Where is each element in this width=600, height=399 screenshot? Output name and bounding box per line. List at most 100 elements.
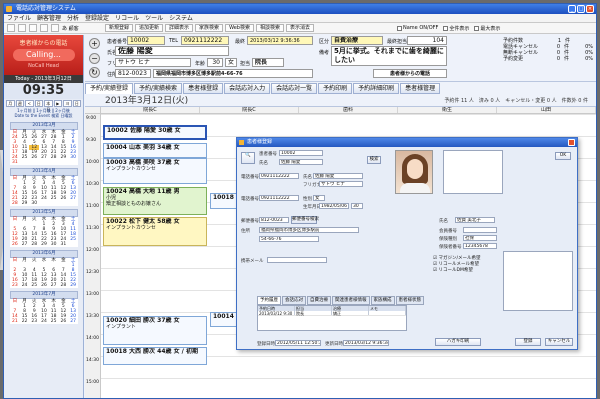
refresh-button[interactable]: ↻: [89, 67, 100, 78]
help-icon[interactable]: [51, 24, 59, 32]
dialog-tab-1[interactable]: 会話応対: [282, 296, 306, 305]
toolbar-check-1[interactable]: 全件表示: [443, 25, 469, 32]
tab-7[interactable]: 患者様管理: [400, 83, 441, 94]
calendar-day[interactable]: 28: [10, 201, 20, 206]
dialog-search-icon[interactable]: 🔍: [241, 152, 255, 164]
dialog-tel2[interactable]: 0921112222: [259, 195, 299, 201]
calendar-day[interactable]: 23: [29, 319, 39, 324]
toolbar-button-1[interactable]: 追加更新: [135, 24, 164, 32]
calendar-day[interactable]: 23: [10, 283, 20, 288]
toolbar-check-0[interactable]: Name ON/OFF: [397, 25, 438, 32]
rank-field[interactable]: 院長: [252, 58, 284, 67]
dialog-email[interactable]: [267, 257, 327, 263]
checkbox-icon[interactable]: [474, 25, 480, 31]
open-icon[interactable]: [18, 24, 26, 32]
tab-1[interactable]: 予約/実績検索: [134, 83, 183, 94]
calendar-day[interactable]: 31: [10, 160, 20, 165]
appointment-card[interactable]: 10003 高橋 美咲 37歳 女インプラントカウンセ: [103, 158, 207, 185]
calendar-nav-button-1[interactable]: 週: [15, 100, 24, 107]
tel-field[interactable]: 0921112222: [181, 36, 229, 45]
toolbar-button-4[interactable]: Web検索: [225, 24, 254, 32]
dialog-search-button[interactable]: 検索: [367, 156, 381, 164]
address-field[interactable]: 福岡県福岡市博多区博多駅前4-66-76: [153, 69, 313, 78]
tab-6[interactable]: 予約詳細印刷: [353, 83, 400, 94]
dialog-name-right[interactable]: 佐賀 美北子: [455, 217, 495, 223]
calendar-day[interactable]: 27: [20, 242, 30, 247]
calendar-day[interactable]: 28: [29, 242, 39, 247]
dialog-right-field[interactable]: [463, 227, 497, 233]
appointment-card[interactable]: 10002 佐藤 陽愛 30歳 女: [103, 125, 207, 141]
dialog-memo[interactable]: [503, 251, 573, 311]
calendar-nav-button-2[interactable]: <: [25, 100, 34, 107]
patient-no-field[interactable]: 10002: [127, 36, 165, 45]
toolbar-button-6[interactable]: 表示消去: [285, 24, 314, 32]
calendar-nav-button-3[interactable]: 日: [34, 100, 43, 107]
appointment-card[interactable]: 10024 高橋 大地 11歳 男小児 矯正相談とものお嬢さん: [103, 186, 207, 216]
dialog-right-field[interactable]: 社保: [463, 235, 497, 241]
dialog-tel[interactable]: 0921112222: [259, 173, 299, 179]
dialog-address[interactable]: 福岡県福岡市博多区博多駅前: [259, 227, 359, 233]
grid-row[interactable]: 2013/03/12 9:30 院長 矯正: [258, 311, 406, 316]
dialog-right-field[interactable]: 12345678: [463, 243, 497, 249]
checkbox-icon[interactable]: [397, 25, 402, 31]
toolbar-check-2[interactable]: 最大表示: [474, 25, 500, 32]
calendar-day[interactable]: 26: [10, 242, 20, 247]
maximize-icon[interactable]: □: [577, 5, 585, 13]
tab-0[interactable]: 予約/実績登録: [85, 83, 134, 94]
calendar-nav-button-4[interactable]: 本日: [44, 100, 53, 112]
zip-field[interactable]: 812-0023: [115, 69, 151, 78]
patient-name-field[interactable]: 佐藤 陽愛: [115, 46, 229, 56]
checkbox-icon[interactable]: [443, 25, 449, 31]
calendar-day[interactable]: 25: [49, 319, 59, 324]
dialog-print-button[interactable]: ハガキ印刷: [435, 338, 481, 346]
calendar-day[interactable]: 28: [59, 283, 69, 288]
menu-item-1[interactable]: 顧客管理: [37, 14, 61, 22]
dialog-tab-3[interactable]: 関連患者様情報: [332, 296, 370, 305]
tab-2[interactable]: 患者様登録: [183, 83, 224, 94]
menu-item-0[interactable]: ファイル: [7, 14, 31, 22]
calendar-day[interactable]: 31: [59, 242, 69, 247]
dialog-name[interactable]: 佐藤 陽愛: [279, 159, 323, 165]
calendar-day[interactable]: 25: [29, 283, 39, 288]
calling-button[interactable]: Calling...: [12, 49, 75, 61]
minus-button[interactable]: −: [89, 53, 100, 64]
kana-field[interactable]: サトウ ヒナ: [115, 58, 191, 67]
dialog-ok-button[interactable]: OK: [555, 152, 571, 160]
new-icon[interactable]: [7, 24, 15, 32]
calendar-day[interactable]: 21: [10, 319, 20, 324]
dialog-tab-0[interactable]: 予約履歴: [257, 296, 281, 305]
calendar-day[interactable]: 27: [49, 283, 59, 288]
calendar-day[interactable]: 24: [20, 283, 30, 288]
calendar-day[interactable]: 22: [20, 319, 30, 324]
dialog-register-button[interactable]: 登録: [515, 338, 541, 346]
dialog-kana[interactable]: サトウ ヒナ: [319, 181, 363, 187]
calendar-nav-button-7[interactable]: 日: [72, 100, 81, 107]
calendar-day[interactable]: 30: [49, 242, 59, 247]
dialog-birth[interactable]: 1982/05/06: [319, 203, 349, 209]
dialog-tab-4[interactable]: 家族構成: [370, 296, 395, 305]
dialog-zip-search-button[interactable]: 郵便番号検索: [291, 216, 319, 224]
dialog-check[interactable]: ☑ リコールDM希望: [433, 268, 499, 274]
dialog-cancel-button[interactable]: キャンセル: [545, 338, 573, 346]
menu-item-5[interactable]: ツール: [145, 14, 163, 22]
calendar-nav-button-6[interactable]: ヨ: [63, 100, 72, 107]
dialog-tab-5[interactable]: 患者様状態: [395, 296, 424, 305]
doctor-field[interactable]: 104: [407, 36, 447, 45]
calendar-day[interactable]: 29: [39, 242, 49, 247]
dialog-zip[interactable]: 812-0023: [259, 217, 289, 223]
calendar-nav-button-0[interactable]: 月: [6, 100, 15, 107]
dialog-sex[interactable]: 女: [313, 195, 325, 201]
menu-item-4[interactable]: リコール: [115, 14, 139, 22]
dialog-patient-no[interactable]: 10002: [279, 150, 323, 156]
calendar-nav-links[interactable]: 1ヶ月前 ‖ 1ヶ月後 ‖ 2ヶ月後 Date to the Event 検索 …: [4, 108, 83, 119]
menu-item-6[interactable]: システム: [169, 14, 193, 22]
dialog-fullname[interactable]: 佐藤 陽愛: [313, 173, 363, 179]
close-icon[interactable]: ×: [586, 5, 594, 13]
tab-3[interactable]: 会話応対入力: [224, 83, 271, 94]
calendar-day[interactable]: 26: [59, 319, 69, 324]
tab-5[interactable]: 予約印刷: [318, 83, 353, 94]
toolbar-button-3[interactable]: 家族検索: [195, 24, 224, 32]
calendar-nav-button-5[interactable]: ▶: [53, 100, 62, 107]
calendar-day[interactable]: 24: [39, 319, 49, 324]
calendar-day[interactable]: 29: [20, 201, 30, 206]
